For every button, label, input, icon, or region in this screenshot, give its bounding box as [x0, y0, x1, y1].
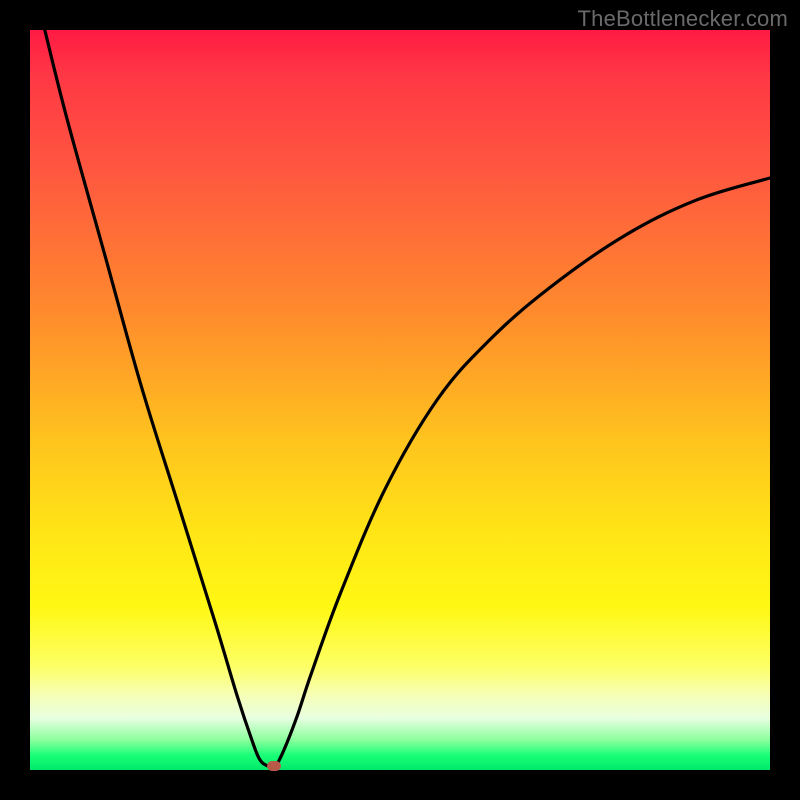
bottleneck-curve	[30, 30, 770, 770]
chart-area	[30, 30, 770, 770]
watermark-text: TheBottlenecker.com	[578, 6, 788, 32]
optimum-marker	[267, 761, 281, 771]
